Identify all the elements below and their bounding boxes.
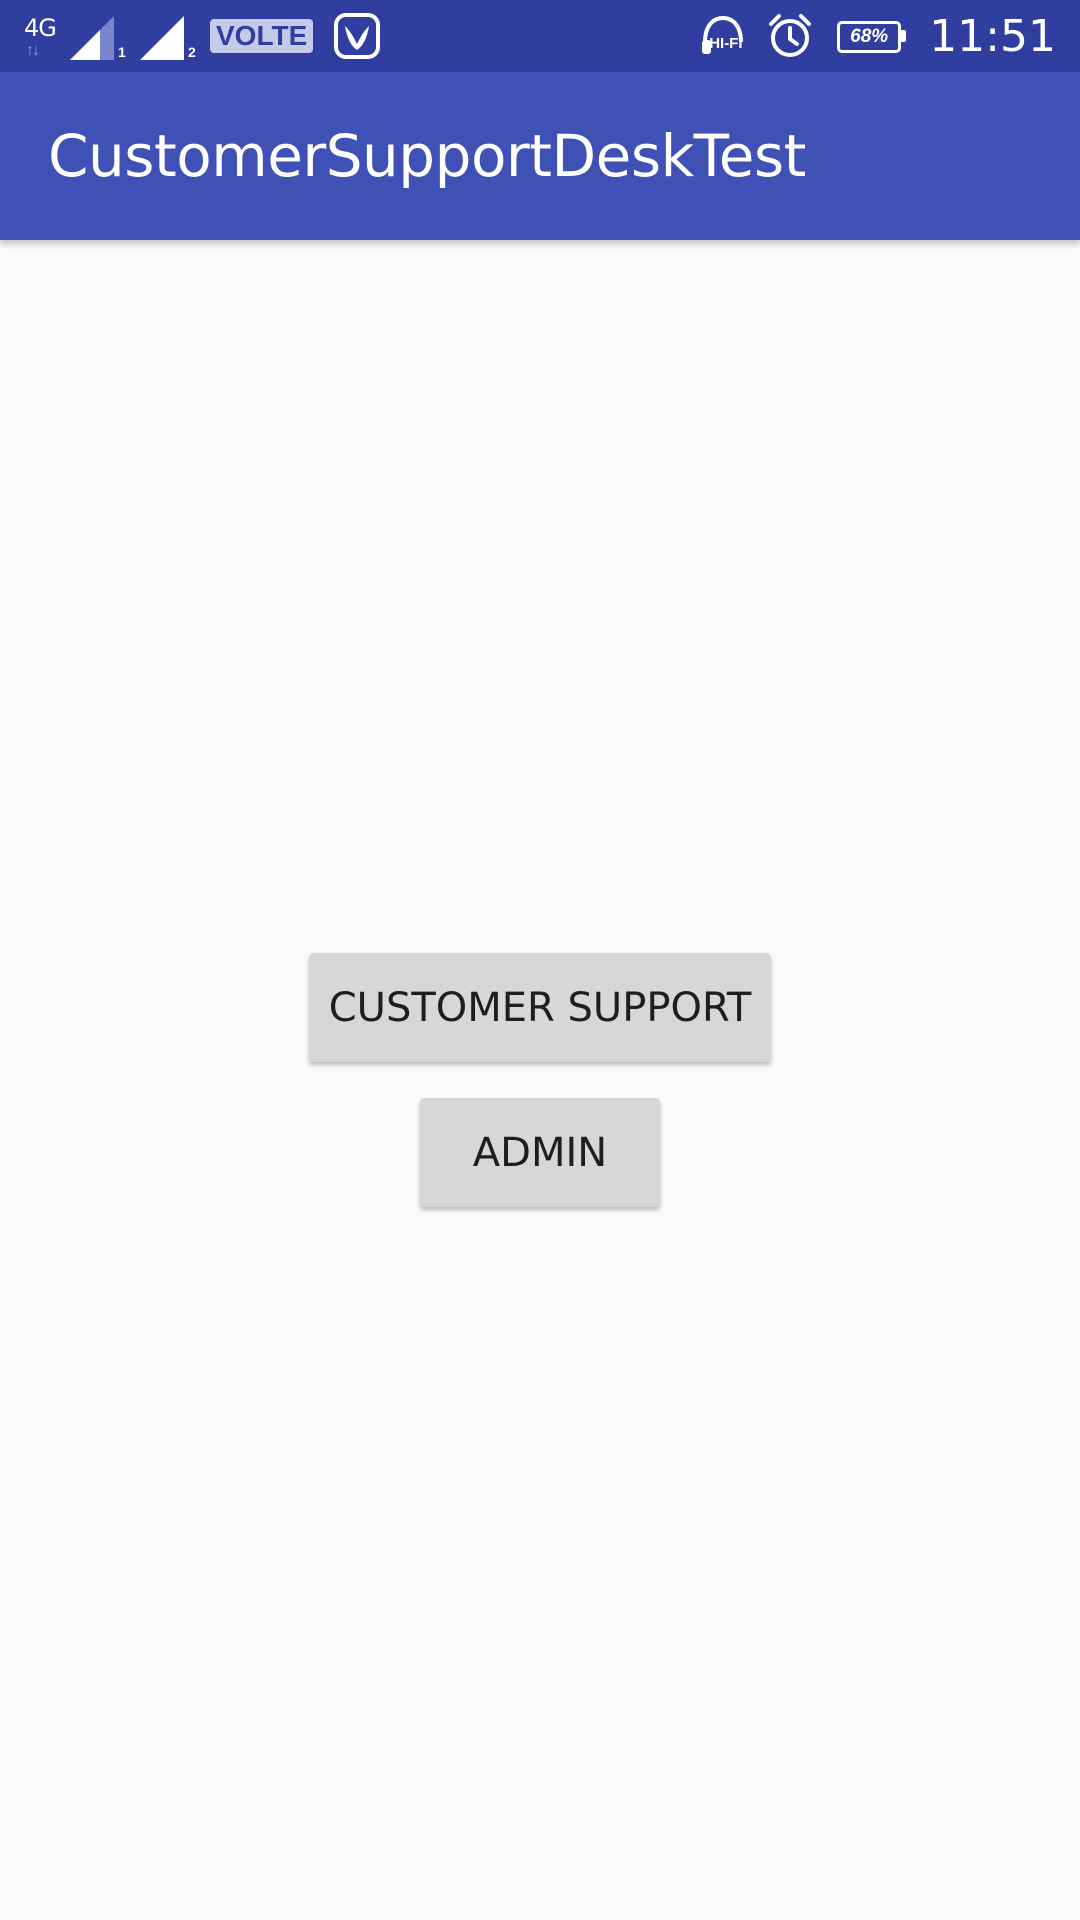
data-activity-arrows-icon: ↑↓ [26,42,40,59]
network-4g-icon: 4G ↑↓ [24,8,60,64]
status-bar-right: HI-FI 68% 11:51 [699,0,1056,72]
signal-sim2-icon: 2 [140,6,200,66]
saavn-app-icon [334,13,381,59]
alarm-icon [769,14,812,57]
admin-button[interactable]: ADMIN [420,1098,660,1207]
status-bar-left: 4G ↑↓ 1 2 VOLTE [24,0,381,72]
sim2-label: 2 [188,44,196,60]
signal-sim1-icon: 1 [70,6,130,66]
sim1-label: 1 [118,44,126,60]
hifi-label: HI-FI [709,35,743,52]
battery-tip [901,30,907,42]
network-type-label: 4G [24,14,57,42]
volte-icon: VOLTE [210,19,314,53]
status-clock: 11:51 [929,10,1056,62]
battery-icon: 68% [837,21,907,53]
hifi-headphones-icon: HI-FI [699,12,749,60]
customer-support-button[interactable]: CUSTOMER SUPPORT [309,953,771,1062]
battery-percent: 68% [850,26,889,47]
app-title: CustomerSupportDeskTest [48,122,806,190]
app-bar: CustomerSupportDeskTest [0,72,1080,240]
status-bar: 4G ↑↓ 1 2 VOLTE HI-FI 68% 11:51 [0,0,1080,72]
